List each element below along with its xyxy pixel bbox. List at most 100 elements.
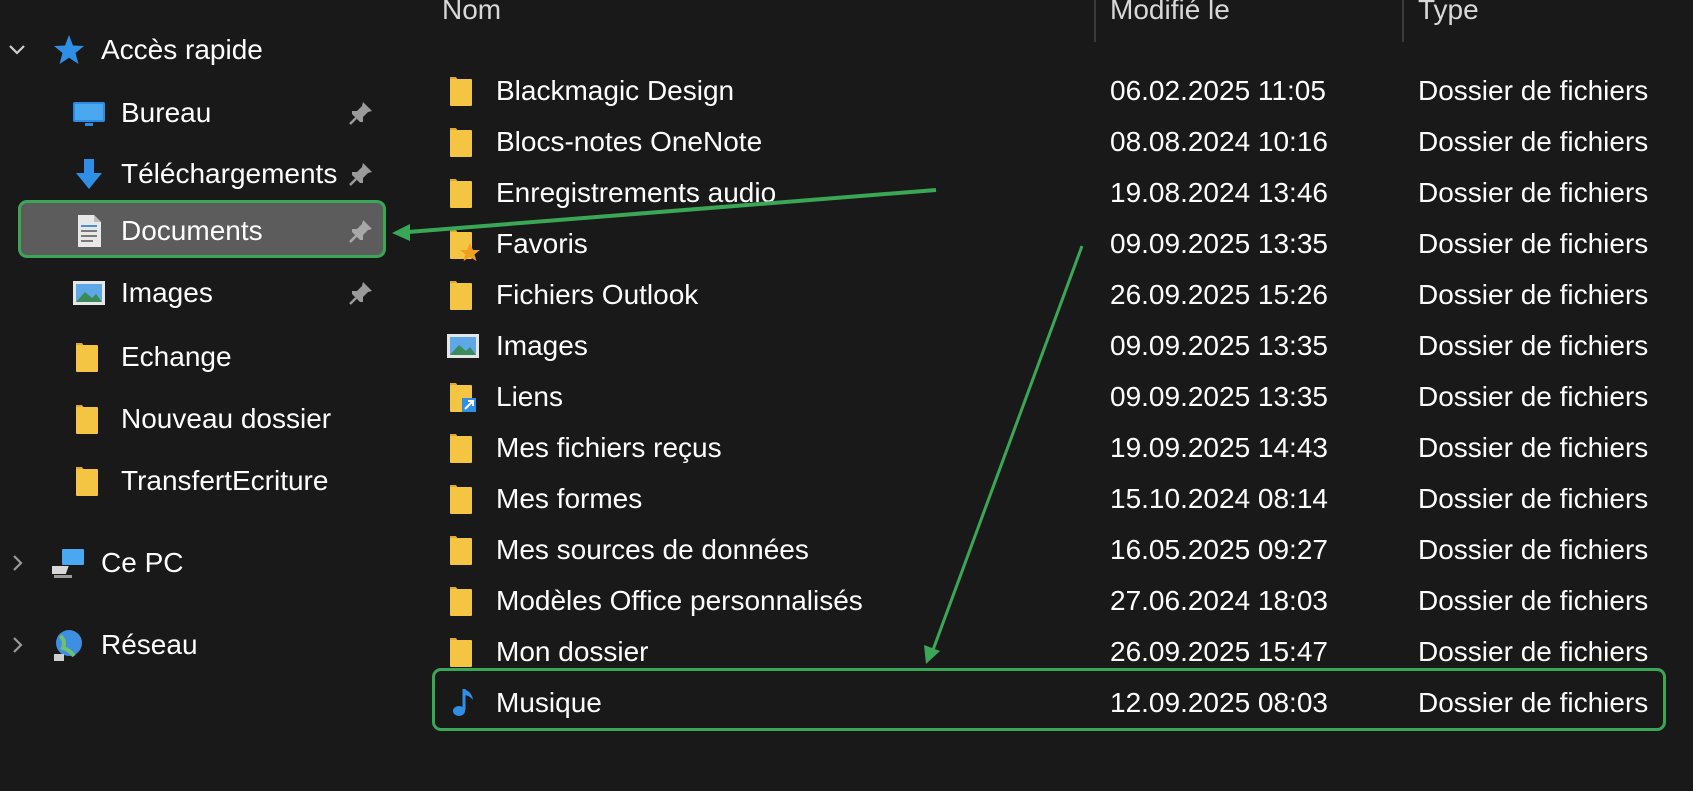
file-type: Dossier de fichiers bbox=[1418, 482, 1649, 514]
folder-icon bbox=[450, 637, 472, 667]
chevron-right-icon[interactable] bbox=[6, 634, 28, 656]
navigation-pane: Accès rapide Bureau Téléchargements Docu… bbox=[0, 0, 392, 791]
file-type: Dossier de fichiers bbox=[1418, 584, 1649, 616]
folder-icon bbox=[450, 586, 472, 616]
file-modified-date: 08.08.2024 10:16 bbox=[1110, 125, 1328, 157]
file-row[interactable]: Mes formes 15.10.2024 08:14 Dossier de fic… bbox=[392, 471, 1693, 526]
sidebar-item-label: Echange bbox=[121, 341, 232, 372]
chevron-right-icon[interactable] bbox=[6, 552, 28, 574]
file-name: Mon dossier bbox=[496, 635, 649, 667]
file-type: Dossier de fichiers bbox=[1418, 380, 1649, 412]
desktop-icon bbox=[73, 102, 105, 126]
computer-icon bbox=[52, 549, 84, 578]
folder-icon bbox=[450, 535, 472, 565]
folder-icon bbox=[450, 178, 472, 208]
folder-icon bbox=[450, 484, 472, 514]
file-modified-date: 15.10.2024 08:14 bbox=[1110, 482, 1328, 514]
column-header-name[interactable]: Nom bbox=[442, 0, 501, 26]
file-name: Blocs-notes OneNote bbox=[496, 125, 763, 157]
sidebar-item-documents[interactable]: Documents bbox=[0, 202, 392, 260]
file-row[interactable]: Favoris 09.09.2025 13:35 Dossier de fichie… bbox=[392, 216, 1693, 271]
file-modified-date: 06.02.2025 11:05 bbox=[1110, 74, 1326, 106]
file-modified-date: 26.09.2025 15:26 bbox=[1110, 278, 1328, 310]
file-name: Modèles Office personnalisés bbox=[496, 584, 863, 616]
file-row[interactable]: Modèles Office personnalisés 27.06.2024 1… bbox=[392, 573, 1693, 628]
sidebar-item-label: Téléchargements bbox=[121, 158, 338, 189]
favorites-folder-icon bbox=[450, 229, 480, 261]
sidebar-item-label: Nouveau dossier bbox=[121, 403, 332, 434]
pin-icon[interactable] bbox=[348, 280, 374, 306]
sidebar-item-label: Images bbox=[121, 277, 213, 308]
file-name: Mes sources de données bbox=[496, 533, 809, 565]
network-icon bbox=[54, 630, 82, 661]
file-modified-date: 09.09.2025 13:35 bbox=[1110, 329, 1328, 361]
file-modified-date: 16.05.2025 09:27 bbox=[1110, 533, 1328, 565]
pin-icon[interactable] bbox=[348, 161, 374, 187]
file-type: Dossier de fichiers bbox=[1418, 533, 1649, 565]
sidebar-item-bureau[interactable]: Bureau bbox=[0, 84, 392, 142]
column-separator[interactable] bbox=[1094, 0, 1096, 42]
file-row[interactable]: Blackmagic Design 06.02.2025 11:05 Dossier… bbox=[392, 63, 1693, 118]
nav-label-network: Réseau bbox=[101, 629, 198, 660]
sidebar-item-transfertecriture[interactable]: TransfertEcriture bbox=[0, 452, 392, 510]
download-icon bbox=[76, 159, 102, 189]
file-modified-date: 09.09.2025 13:35 bbox=[1110, 227, 1328, 259]
file-row[interactable]: Liens 09.09.2025 13:35 Dossier de fichiers bbox=[392, 369, 1693, 424]
file-type: Dossier de fichiers bbox=[1418, 176, 1649, 208]
file-modified-date: 09.09.2025 13:35 bbox=[1110, 380, 1328, 412]
file-modified-date: 27.06.2024 18:03 bbox=[1110, 584, 1328, 616]
file-type: Dossier de fichiers bbox=[1418, 278, 1649, 310]
file-name: Mes fichiers reçus bbox=[496, 431, 722, 463]
column-header-modified[interactable]: Modifié le bbox=[1110, 0, 1230, 26]
file-name: Blackmagic Design bbox=[496, 74, 735, 106]
sidebar-item-label: Documents bbox=[121, 215, 263, 246]
file-row[interactable]: Blocs-notes OneNote 08.08.2024 10:16 Dossi… bbox=[392, 114, 1693, 169]
sidebar-item-images[interactable]: Images bbox=[0, 264, 392, 322]
file-type: Dossier de fichiers bbox=[1418, 74, 1649, 106]
nav-label-quick-access: Accès rapide bbox=[101, 34, 263, 65]
annotation-highlight-box bbox=[432, 668, 1666, 731]
sidebar-item-label: Bureau bbox=[121, 97, 212, 128]
sidebar-item-nouveau-dossier[interactable]: Nouveau dossier bbox=[0, 390, 392, 448]
file-name: Favoris bbox=[496, 227, 588, 259]
sidebar-item-echange[interactable]: Echange bbox=[0, 328, 392, 386]
sidebar-item-telechargements[interactable]: Téléchargements bbox=[0, 145, 392, 203]
star-icon bbox=[54, 35, 84, 64]
nav-network[interactable]: Réseau bbox=[0, 616, 392, 674]
documents-icon bbox=[78, 215, 101, 247]
file-row[interactable]: Enregistrements audio 19.08.2024 13:46 Dos… bbox=[392, 165, 1693, 220]
file-name: Liens bbox=[496, 380, 563, 412]
file-row[interactable]: Fichiers Outlook 26.09.2025 15:26 Dossier … bbox=[392, 267, 1693, 322]
links-folder-icon bbox=[450, 382, 476, 412]
folder-icon bbox=[450, 280, 472, 310]
folder-icon bbox=[450, 127, 472, 157]
nav-quick-access[interactable]: Accès rapide bbox=[0, 21, 392, 79]
folder-icon bbox=[450, 433, 472, 463]
file-name: Mes formes bbox=[496, 482, 643, 514]
file-type: Dossier de fichiers bbox=[1418, 635, 1649, 667]
file-modified-date: 19.08.2024 13:46 bbox=[1110, 176, 1328, 208]
file-type: Dossier de fichiers bbox=[1418, 431, 1649, 463]
file-name: Fichiers Outlook bbox=[496, 278, 699, 310]
folder-icon bbox=[76, 405, 98, 434]
column-header-type[interactable]: Type bbox=[1418, 0, 1479, 26]
file-name: Images bbox=[496, 329, 588, 361]
file-row[interactable]: Mes fichiers reçus 19.09.2025 14:43 Dossie… bbox=[392, 420, 1693, 475]
file-name: Enregistrements audio bbox=[496, 176, 777, 208]
chevron-down-icon[interactable] bbox=[6, 39, 28, 61]
images-icon bbox=[73, 281, 105, 305]
pin-icon[interactable] bbox=[348, 218, 374, 244]
nav-label-this-pc: Ce PC bbox=[101, 547, 184, 578]
sidebar-item-label: TransfertEcriture bbox=[121, 465, 329, 496]
file-type: Dossier de fichiers bbox=[1418, 227, 1649, 259]
nav-this-pc[interactable]: Ce PC bbox=[0, 534, 392, 592]
folder-icon bbox=[76, 467, 98, 496]
folder-icon bbox=[450, 76, 472, 106]
file-type: Dossier de fichiers bbox=[1418, 329, 1649, 361]
column-separator[interactable] bbox=[1402, 0, 1404, 42]
images-icon bbox=[447, 333, 479, 358]
pin-icon[interactable] bbox=[348, 100, 374, 126]
file-row[interactable]: Images 09.09.2025 13:35 Dossier de fichier… bbox=[392, 318, 1693, 373]
folder-icon bbox=[76, 343, 98, 372]
file-row[interactable]: Mes sources de données 16.05.2025 09:27 Do… bbox=[392, 522, 1693, 577]
